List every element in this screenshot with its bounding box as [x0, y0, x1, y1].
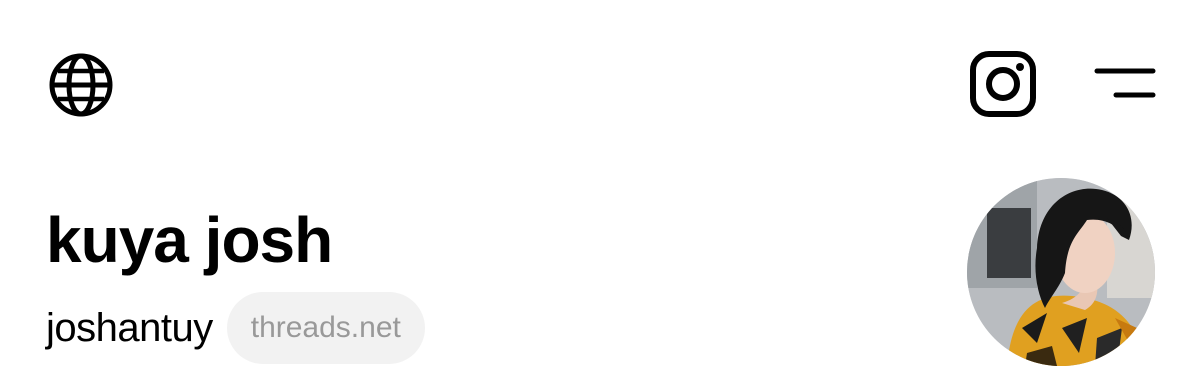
menu-icon[interactable] — [1092, 64, 1158, 104]
handle-row: joshantuy threads.net — [46, 292, 425, 364]
avatar-photo — [967, 178, 1155, 366]
globe-icon[interactable] — [46, 50, 116, 120]
instagram-icon-graphic — [970, 51, 1036, 117]
profile-page: kuya josh joshantuy threads.net — [0, 0, 1200, 392]
instagram-icon[interactable] — [968, 50, 1038, 118]
username: joshantuy — [46, 306, 213, 350]
menu-icon-graphic — [1094, 68, 1156, 98]
display-name: kuya josh — [46, 204, 333, 276]
globe-icon-graphic — [49, 53, 113, 117]
domain-badge[interactable]: threads.net — [226, 292, 425, 364]
avatar[interactable] — [967, 178, 1155, 366]
